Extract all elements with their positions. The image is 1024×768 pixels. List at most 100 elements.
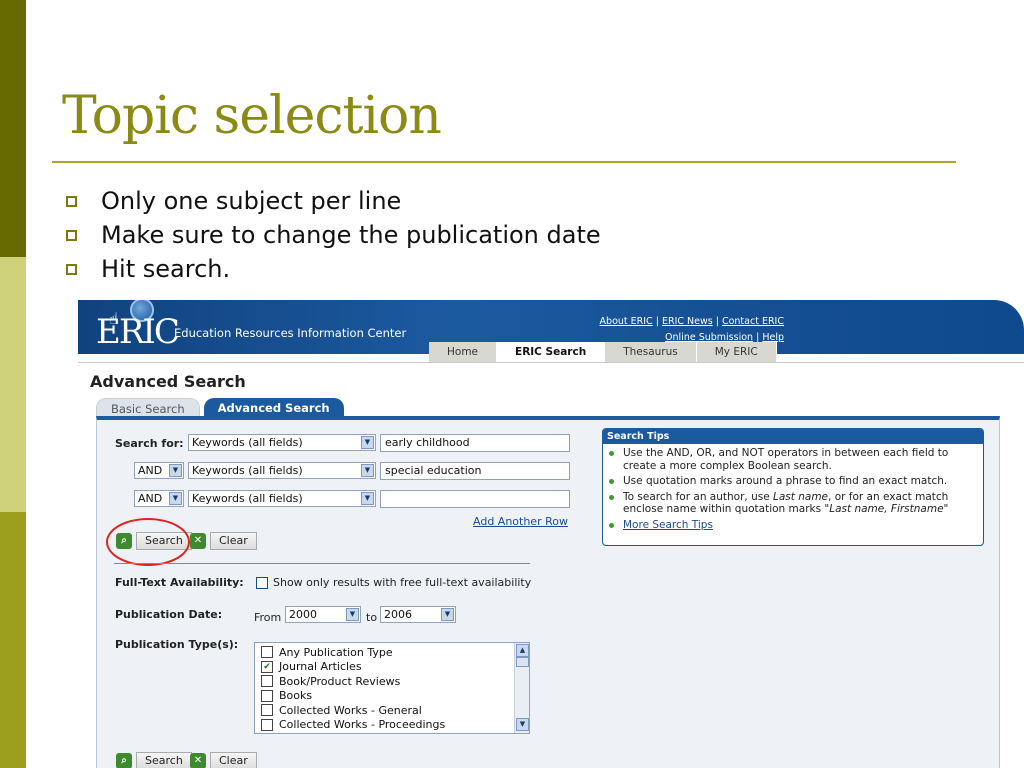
search-icon: ⌕	[116, 753, 132, 768]
left-accent-bar-dark	[0, 0, 26, 257]
bullet-text: Make sure to change the publication date	[101, 221, 601, 249]
search-tips-heading: Search Tips	[603, 429, 983, 444]
publication-type-list[interactable]: Any Publication Type ✔ Journal Articles B…	[254, 642, 530, 734]
tab-thesaurus[interactable]: Thesaurus	[605, 342, 697, 362]
tab-strip-line	[78, 362, 1024, 363]
tab-advanced-search[interactable]: Advanced Search	[203, 398, 344, 418]
chevron-down-icon: ▼	[169, 464, 182, 477]
operator-select-3[interactable]: AND ▼	[134, 490, 184, 507]
link-separator: |	[715, 316, 719, 327]
checkbox[interactable]	[261, 718, 273, 731]
bullet-item: Only one subject per line	[64, 184, 601, 218]
fulltext-checkbox[interactable]	[256, 577, 268, 589]
clear-button-bottom[interactable]: ✕ Clear	[190, 752, 257, 768]
form-divider	[114, 563, 530, 564]
tip-item: Use the AND, OR, and NOT operators in be…	[603, 447, 983, 472]
checkbox[interactable]	[261, 675, 273, 688]
list-item[interactable]: ✔ Journal Articles	[255, 660, 529, 675]
header-top-gap	[78, 292, 1024, 300]
about-eric-link[interactable]: About ERIC	[600, 316, 653, 327]
list-item[interactable]: Any Publication Type	[255, 645, 529, 660]
list-scrollbar[interactable]: ▲ ▼	[514, 643, 529, 733]
search-mode-tabs: Basic Search Advanced Search	[96, 398, 348, 418]
checkbox[interactable]	[261, 646, 273, 659]
field-select-1[interactable]: Keywords (all fields) ▼	[188, 434, 376, 451]
clear-button-label: Clear	[210, 532, 257, 550]
slide: Topic selection Only one subject per lin…	[0, 0, 1024, 768]
bullet-text: Only one subject per line	[101, 187, 402, 215]
chevron-down-icon: ▼	[361, 436, 374, 449]
hand-cursor-icon: ☝	[109, 309, 119, 328]
to-year-select[interactable]: 2006 ▼	[380, 606, 456, 623]
eric-logo-subtitle: Education Resources Information Center	[174, 326, 407, 340]
field-select-3[interactable]: Keywords (all fields) ▼	[188, 490, 376, 507]
slide-title: Topic selection	[62, 86, 442, 146]
tip-item-author: To search for an author, use Last name, …	[603, 491, 983, 516]
tab-basic-search[interactable]: Basic Search	[96, 398, 200, 418]
search-term-input-2[interactable]: special education	[380, 462, 570, 480]
list-item[interactable]: Collected Works - Proceedings	[255, 718, 529, 733]
bullet-square-icon	[66, 195, 77, 207]
tip-item: More Search Tips	[603, 519, 983, 532]
bullet-square-icon	[66, 229, 77, 241]
bullet-dot-icon	[609, 451, 614, 456]
left-accent-bar-light	[0, 257, 26, 512]
bullet-dot-icon	[609, 494, 614, 500]
add-another-row-link[interactable]: Add Another Row	[473, 515, 568, 528]
scroll-up-icon[interactable]: ▲	[516, 644, 529, 657]
checkbox-checked[interactable]: ✔	[261, 660, 273, 673]
chevron-down-icon: ▼	[361, 464, 374, 477]
main-nav-tabs: Home ERIC Search Thesaurus My ERIC	[429, 342, 777, 362]
chevron-down-icon: ▼	[346, 608, 359, 621]
tab-my-eric[interactable]: My ERIC	[696, 342, 777, 362]
fulltext-label: Full-Text Availability:	[115, 576, 244, 589]
bullet-list: Only one subject per line Make sure to c…	[64, 184, 601, 286]
fulltext-option-text: Show only results with free full-text av…	[273, 576, 532, 589]
bullet-dot-icon	[609, 522, 614, 528]
tab-home[interactable]: Home	[429, 342, 498, 362]
scroll-thumb[interactable]	[516, 657, 529, 667]
bullet-square-icon	[66, 263, 77, 275]
from-year-select[interactable]: 2000 ▼	[285, 606, 361, 623]
list-item[interactable]: Book/Product Reviews	[255, 674, 529, 689]
chevron-down-icon: ▼	[441, 608, 454, 621]
eric-screenshot: ERIC ☝ Education Resources Information C…	[78, 292, 1024, 768]
search-term-input-3[interactable]	[380, 490, 570, 508]
title-divider	[52, 161, 956, 163]
bullet-dot-icon	[609, 479, 614, 484]
link-separator: |	[655, 316, 659, 327]
checkbox[interactable]	[261, 704, 273, 717]
to-label: to	[366, 611, 378, 624]
publication-type-label: Publication Type(s):	[115, 638, 239, 651]
chevron-down-icon: ▼	[169, 492, 182, 505]
clear-x-icon: ✕	[190, 753, 206, 768]
search-for-label: Search for:	[115, 437, 184, 450]
operator-select-2[interactable]: AND ▼	[134, 462, 184, 479]
search-button-label: Search	[136, 752, 192, 768]
tab-eric-search[interactable]: ERIC Search	[497, 342, 606, 362]
bullet-item: Make sure to change the publication date	[64, 218, 601, 252]
field-select-2[interactable]: Keywords (all fields) ▼	[188, 462, 376, 479]
bullet-item: Hit search.	[64, 252, 601, 286]
left-accent-bar-mid	[0, 512, 26, 768]
chevron-down-icon: ▼	[361, 492, 374, 505]
clear-button-label: Clear	[210, 752, 257, 768]
clear-x-icon: ✕	[190, 533, 206, 549]
list-item[interactable]: Collected Works - General	[255, 703, 529, 718]
contact-eric-link[interactable]: Contact ERIC	[722, 316, 784, 327]
eric-news-link[interactable]: ERIC News	[662, 316, 713, 327]
checkbox[interactable]	[261, 689, 273, 702]
list-item[interactable]: Books	[255, 689, 529, 704]
scroll-down-icon[interactable]: ▼	[516, 718, 529, 731]
clear-button[interactable]: ✕ Clear	[190, 532, 257, 550]
from-label: From	[254, 611, 282, 624]
more-search-tips-link[interactable]: More Search Tips	[623, 519, 713, 531]
search-term-input-1[interactable]: early childhood	[380, 434, 570, 452]
search-button-bottom[interactable]: ⌕ Search	[116, 752, 192, 768]
search-tips-box: Search Tips Use the AND, OR, and NOT ope…	[602, 428, 984, 546]
highlight-oval	[106, 518, 190, 566]
tip-item: Use quotation marks around a phrase to f…	[603, 475, 983, 488]
page-heading: Advanced Search	[90, 372, 246, 391]
bullet-text: Hit search.	[101, 255, 231, 283]
publication-date-label: Publication Date:	[115, 608, 223, 621]
